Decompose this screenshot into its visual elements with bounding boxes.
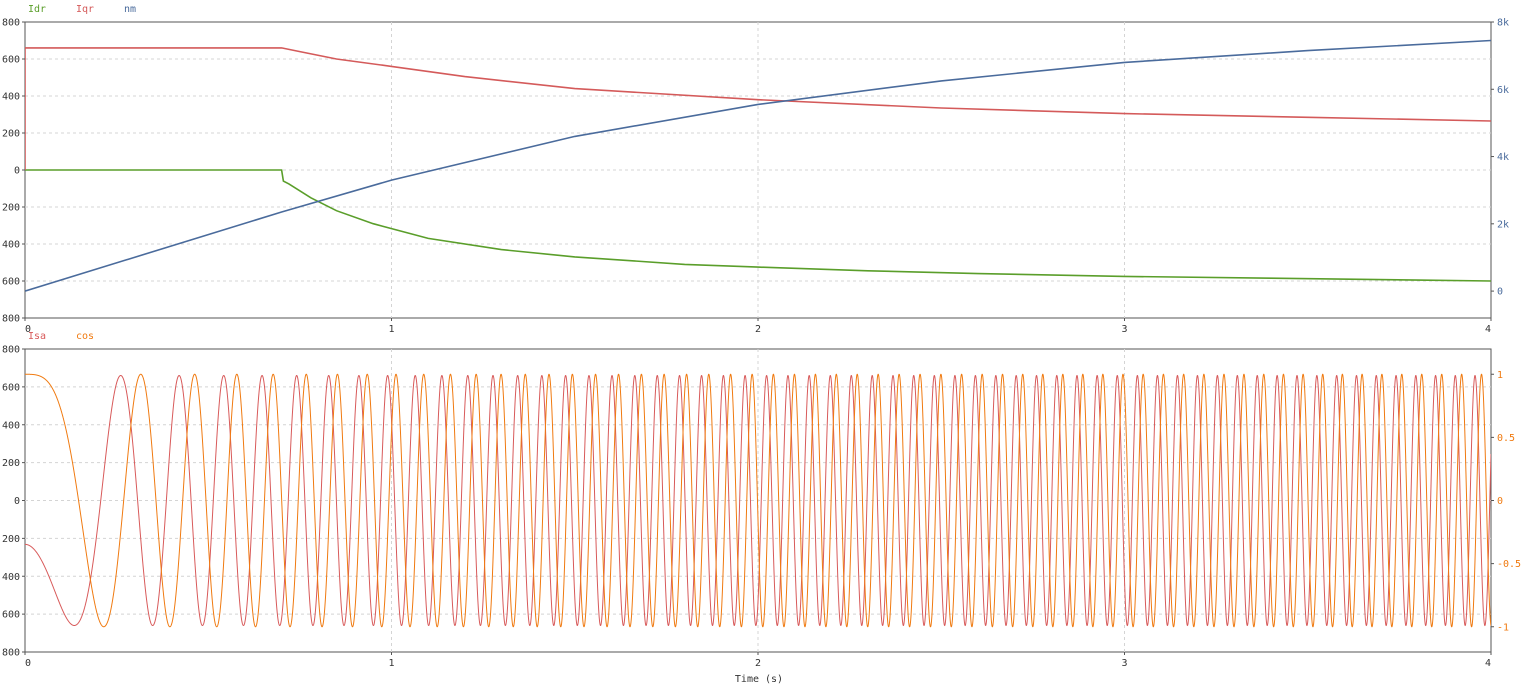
left-tick-label: 400	[2, 240, 20, 251]
right-tick-label: 0.5	[1497, 433, 1515, 444]
chart-canvas: 800600400200020040060080002k4k6k8k0 1 2 3 4I…	[2, 4, 1521, 685]
x-tick-label: 1	[388, 658, 394, 669]
legend-nm: nm	[124, 4, 136, 15]
left-tick-label: 800	[2, 648, 20, 659]
left-tick-label: 800	[2, 345, 20, 356]
right-tick-label: 2k	[1497, 219, 1509, 230]
left-tick-label: 800	[2, 18, 20, 29]
x-tick-label: 2	[755, 658, 761, 669]
left-tick-label: 800	[2, 314, 20, 325]
left-tick-label: 200	[2, 458, 20, 469]
left-tick-label: 400	[2, 572, 20, 583]
left-tick-label: 0	[14, 166, 20, 177]
left-tick-label: 200	[2, 534, 20, 545]
left-tick-label: 600	[2, 382, 20, 393]
left-tick-label: 0	[14, 496, 20, 507]
left-tick-label: 600	[2, 610, 20, 621]
legend-iqr: Iqr	[76, 4, 94, 15]
x-tick-label: 3	[1121, 658, 1127, 669]
left-tick-label: 600	[2, 277, 20, 288]
x-tick-label: 4	[1485, 324, 1491, 335]
left-tick-label: 200	[2, 203, 20, 214]
right-tick-label: 6k	[1497, 85, 1509, 96]
right-tick-label: 0	[1497, 287, 1503, 298]
right-tick-label: 8k	[1497, 18, 1509, 29]
left-tick-label: 200	[2, 129, 20, 140]
legend-cos: cos	[76, 331, 94, 342]
legend-isa: Isa	[28, 331, 46, 342]
x-tick-label: 1	[388, 324, 394, 335]
left-tick-label: 400	[2, 92, 20, 103]
left-tick-label: 400	[2, 420, 20, 431]
x-tick-label: 3	[1121, 324, 1127, 335]
x-tick-label: 4	[1485, 658, 1491, 669]
legend-idr: Idr	[28, 4, 46, 15]
right-tick-label: 1	[1497, 370, 1503, 381]
bottom-panel: 800 600 400 200 0 200 400 600 800 -1 -0.5 0 0.5 1 0 1 2 3…	[2, 331, 1521, 669]
right-tick-label: 0	[1497, 496, 1503, 507]
right-tick-label: -1	[1497, 622, 1509, 633]
left-tick-label: 600	[2, 55, 20, 66]
x-tick-label: 2	[755, 324, 761, 335]
x-tick-label: 0	[25, 658, 31, 669]
right-tick-label: -0.5	[1497, 559, 1521, 570]
right-tick-label: 4k	[1497, 152, 1509, 163]
x-axis-label: Time (s)	[735, 674, 783, 685]
top-panel: 800600400200020040060080002k4k6k8k0 1 2 3 4I…	[2, 4, 1509, 335]
